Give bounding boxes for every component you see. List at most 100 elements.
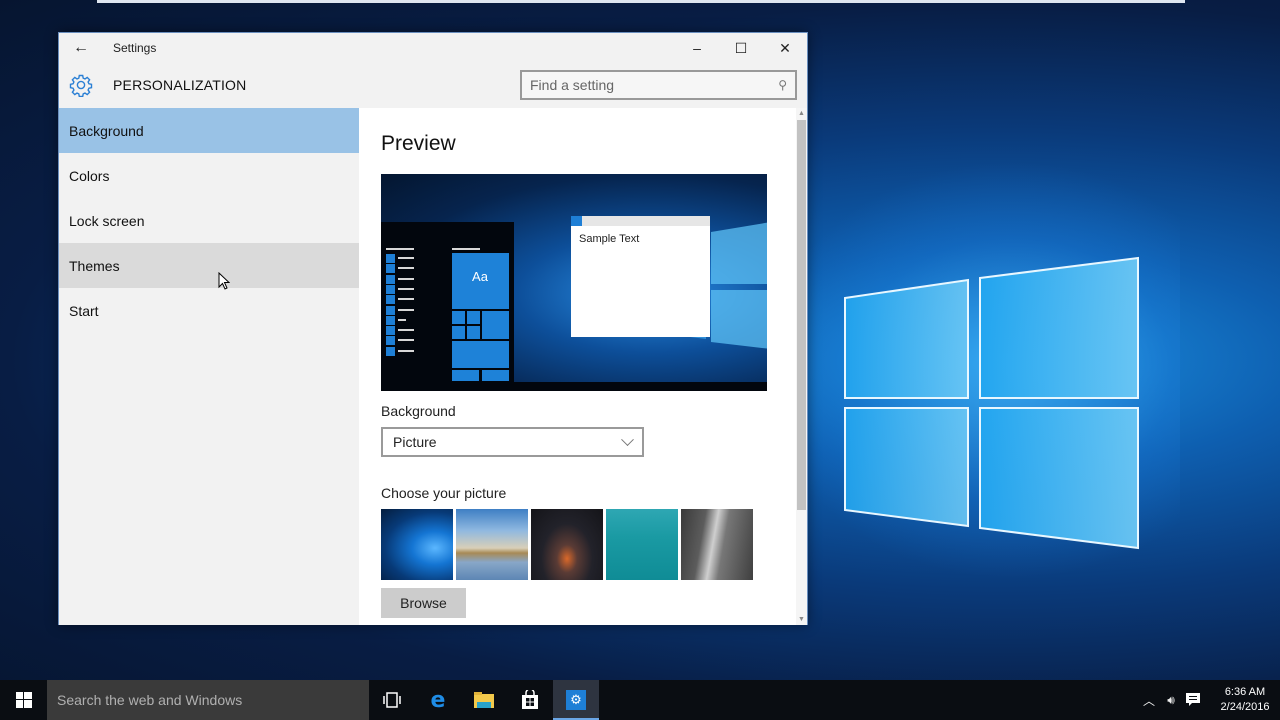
windows-logo-icon [15, 692, 32, 708]
window-controls: – ☐ ✕ [675, 33, 807, 63]
edge-button[interactable]: e [415, 680, 461, 720]
wallpaper-windows-logo [844, 256, 1139, 550]
background-window-edge [97, 0, 1185, 3]
picture-thumbnail[interactable] [531, 509, 603, 580]
system-tray: ︿ 🔊︎ 6:36 AM 2/24/2016 [1138, 680, 1280, 720]
task-view-icon [383, 692, 401, 708]
preview-tile-text: Aa [472, 268, 488, 284]
picture-thumbnail[interactable] [381, 509, 453, 580]
sidebar-item-themes[interactable]: Themes [59, 243, 359, 288]
window-title: Settings [113, 41, 157, 55]
preview-app-label [398, 277, 414, 280]
settings-gear-icon: ⚙ [566, 690, 586, 710]
taskbar: Search the web and Windows e ⚙ ︿ 🔊︎ 6:36… [0, 680, 1280, 720]
clock-time: 6:36 AM [1224, 686, 1266, 698]
preview-app-icon [386, 295, 395, 305]
content-pane: Preview Aa Sample Text Background Pictur… [359, 108, 807, 625]
notification-icon [1186, 693, 1200, 706]
browse-button[interactable]: Browse [381, 588, 466, 618]
volume-button[interactable]: 🔊︎ [1160, 680, 1182, 720]
section-title: PERSONALIZATION [113, 77, 247, 93]
minimize-icon: – [693, 40, 701, 56]
preview-app-icon [386, 346, 395, 356]
sidebar-item-start[interactable]: Start [59, 288, 359, 333]
preview-app-icon [386, 254, 395, 263]
background-preview: Aa Sample Text [381, 174, 767, 391]
preview-app-icon [386, 284, 395, 294]
preview-app-label [398, 329, 414, 332]
background-label: Background [381, 403, 456, 419]
content-scrollbar[interactable]: ▲ ▼ [796, 108, 807, 625]
store-icon [522, 690, 538, 709]
chevron-up-icon: ︿ [1142, 693, 1155, 708]
search-icon[interactable]: ⚲ [778, 78, 787, 92]
preview-app-icon [386, 336, 395, 346]
task-view-button[interactable] [369, 680, 415, 720]
sidebar-item-lock-screen[interactable]: Lock screen [59, 198, 359, 243]
preview-app-label [398, 339, 414, 342]
sidebar-item-label: Colors [69, 167, 110, 184]
background-type-dropdown[interactable]: Picture [381, 427, 644, 457]
back-arrow-icon: ← [73, 39, 89, 56]
page-heading: Preview [381, 132, 456, 155]
settings-window: ← Settings – ☐ ✕ PERSONALIZATION ⚲ [58, 32, 808, 625]
picture-thumbnail[interactable] [681, 509, 753, 580]
scroll-up-icon[interactable]: ▲ [796, 108, 807, 119]
preview-app-icon [386, 326, 395, 336]
mouse-cursor-icon [218, 272, 230, 290]
maximize-icon: ☐ [734, 39, 748, 56]
clock[interactable]: 6:36 AM 2/24/2016 [1210, 685, 1280, 715]
action-center-button[interactable] [1182, 680, 1204, 720]
sidebar-item-label: Themes [69, 257, 120, 274]
preview-app-label [398, 267, 414, 270]
edge-browser-icon: e [430, 687, 446, 713]
settings-header: PERSONALIZATION ⚲ [59, 63, 807, 107]
find-setting-search[interactable]: ⚲ [520, 70, 797, 100]
taskbar-search-box[interactable]: Search the web and Windows [47, 680, 369, 720]
choose-picture-label: Choose your picture [381, 485, 507, 501]
preview-sample-text: Sample Text [579, 233, 640, 245]
minimize-button[interactable]: – [675, 33, 719, 63]
sidebar-item-label: Lock screen [69, 212, 145, 229]
picture-thumbnail[interactable] [606, 509, 678, 580]
close-button[interactable]: ✕ [763, 33, 807, 63]
preview-app-icon [386, 274, 395, 284]
file-explorer-button[interactable] [461, 680, 507, 720]
preview-accent-swatch [571, 216, 582, 226]
preview-app-label [398, 308, 414, 311]
preview-app-icon [386, 264, 395, 274]
preview-app-label [398, 257, 414, 259]
sidebar-item-label: Background [69, 122, 144, 139]
preview-app-label [398, 298, 414, 301]
maximize-button[interactable]: ☐ [719, 33, 763, 63]
preview-taskbar [381, 382, 767, 391]
clock-date: 2/24/2016 [1220, 701, 1270, 713]
close-icon: ✕ [779, 39, 791, 56]
back-button[interactable]: ← [59, 33, 103, 63]
picture-thumbnail[interactable] [456, 509, 528, 580]
sidebar-item-background[interactable]: Background [59, 108, 359, 153]
preview-app-icon [386, 315, 395, 325]
taskbar-search-placeholder: Search the web and Windows [57, 692, 243, 708]
dropdown-value: Picture [393, 434, 437, 450]
title-bar[interactable]: ← Settings – ☐ ✕ [59, 33, 807, 63]
store-button[interactable] [507, 680, 553, 720]
sidebar-item-colors[interactable]: Colors [59, 153, 359, 198]
preview-start-menu: Aa [381, 222, 514, 382]
preview-app-label [398, 349, 414, 352]
scrollbar-thumb[interactable] [797, 120, 806, 510]
chevron-down-icon [621, 432, 634, 446]
sidebar: Background Colors Lock screen Themes Sta… [59, 108, 359, 625]
show-hidden-icons-button[interactable]: ︿ [1138, 680, 1160, 720]
folder-icon [474, 692, 494, 708]
scroll-down-icon[interactable]: ▼ [796, 614, 807, 625]
settings-taskbar-button[interactable]: ⚙ [553, 680, 599, 720]
start-button[interactable] [0, 680, 47, 720]
preview-app-label [398, 287, 414, 290]
preview-app-label [398, 318, 406, 321]
gear-icon [59, 63, 103, 107]
picture-thumbnails [381, 509, 753, 580]
search-input[interactable] [530, 77, 779, 93]
preview-sample-window: Sample Text [571, 216, 710, 337]
preview-app-icon [386, 305, 395, 315]
